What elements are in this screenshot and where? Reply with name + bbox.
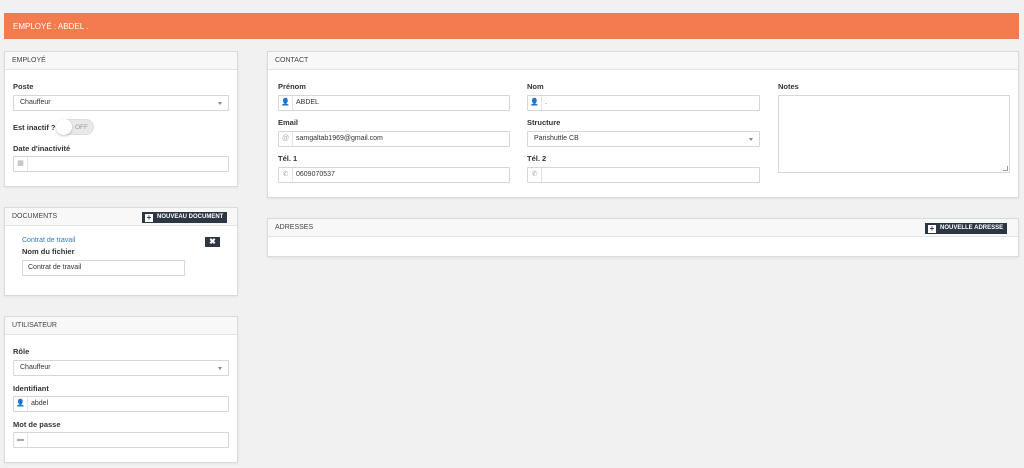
prenom-value: ABDEL — [296, 99, 319, 106]
role-value: Chauffeur — [20, 364, 51, 371]
user-icon: 👤 — [279, 96, 293, 110]
page-title: EMPLOYÉ : ABDEL . — [13, 22, 89, 31]
adresses-panel: ADRESSES + NOUVELLE ADRESSE — [267, 218, 1019, 257]
plus-icon: + — [928, 223, 936, 233]
lock-icon: ▬ — [14, 433, 28, 447]
contact-panel: CONTACT Prénom 👤 ABDEL Nom 👤 . Notes Ema… — [267, 51, 1019, 198]
tel2-label: Tél. 2 — [527, 154, 547, 163]
date-inactivite-field[interactable]: ▦ — [13, 156, 229, 172]
email-value: samgaltab1969@gmail.com — [296, 135, 383, 142]
chevron-down-icon — [218, 367, 222, 370]
filename-input[interactable]: Contrat de travail — [22, 260, 185, 276]
user-icon: 👤 — [528, 96, 542, 110]
resize-grip-icon[interactable] — [1003, 166, 1008, 171]
poste-select[interactable]: Chauffeur — [13, 95, 229, 111]
chevron-down-icon — [218, 102, 222, 105]
identifiant-field[interactable]: 👤 abdel — [13, 396, 229, 412]
document-link[interactable]: Contrat de travail — [22, 237, 75, 244]
poste-label: Poste — [13, 82, 34, 91]
role-select[interactable]: Chauffeur — [13, 360, 229, 376]
prenom-label: Prénom — [278, 82, 306, 91]
chevron-down-icon — [749, 138, 753, 141]
calendar-icon: ▦ — [14, 157, 28, 171]
tel1-label: Tél. 1 — [278, 154, 298, 163]
nom-field[interactable]: 👤 . — [527, 95, 760, 111]
identifiant-value: abdel — [31, 400, 49, 407]
adresses-panel-title: ADRESSES — [268, 219, 1018, 237]
email-label: Email — [278, 118, 299, 127]
toggle-knob — [56, 119, 72, 135]
password-label: Mot de passe — [13, 420, 61, 429]
contact-panel-title: CONTACT — [268, 52, 1018, 70]
toggle-state: OFF — [75, 123, 88, 131]
nom-value: . — [545, 99, 547, 106]
poste-value: Chauffeur — [20, 99, 51, 106]
utilisateur-panel: UTILISATEUR Rôle Chauffeur Identifiant 👤… — [4, 316, 238, 463]
delete-document-button[interactable]: ✖ — [205, 237, 220, 247]
new-address-label: NOUVELLE ADRESSE — [940, 225, 1004, 231]
tel2-field[interactable]: ✆ — [527, 167, 760, 183]
employe-panel-title: EMPLOYÉ — [5, 52, 237, 70]
filename-value: Contrat de travail — [28, 264, 82, 271]
inactif-label: Est inactif ? — [13, 123, 56, 132]
at-icon: @ — [279, 132, 293, 146]
filename-label: Nom du fichier — [22, 247, 75, 256]
identifiant-label: Identifiant — [13, 384, 49, 393]
role-label: Rôle — [13, 347, 30, 356]
utilisateur-panel-title: UTILISATEUR — [5, 317, 237, 335]
password-field[interactable]: ▬ — [13, 432, 229, 448]
prenom-field[interactable]: 👤 ABDEL — [278, 95, 510, 111]
page-header: EMPLOYÉ : ABDEL . — [4, 13, 1019, 39]
phone-icon: ✆ — [279, 168, 293, 182]
new-document-button[interactable]: + NOUVEAU DOCUMENT — [142, 212, 228, 223]
new-address-button[interactable]: + NOUVELLE ADRESSE — [925, 223, 1008, 234]
user-icon: 👤 — [14, 397, 28, 411]
new-document-label: NOUVEAU DOCUMENT — [157, 214, 224, 220]
documents-panel: DOCUMENTS + NOUVEAU DOCUMENT Contrat de … — [4, 207, 238, 296]
notes-textarea[interactable] — [778, 95, 1010, 173]
email-field[interactable]: @ samgaltab1969@gmail.com — [278, 131, 510, 147]
structure-value: Parishuttle CB — [534, 135, 579, 142]
phone-icon: ✆ — [528, 168, 542, 182]
structure-select[interactable]: Parishuttle CB — [527, 131, 760, 147]
employe-panel: EMPLOYÉ Poste Chauffeur Est inactif ? OF… — [4, 51, 238, 187]
tel1-field[interactable]: ✆ 0609070537 — [278, 167, 510, 183]
notes-label: Notes — [778, 82, 799, 91]
plus-icon: + — [145, 212, 153, 222]
structure-label: Structure — [527, 118, 561, 127]
nom-label: Nom — [527, 82, 544, 91]
tel1-value: 0609070537 — [296, 171, 335, 178]
date-inactivite-label: Date d'inactivité — [13, 144, 71, 153]
inactif-toggle[interactable]: OFF — [56, 119, 94, 135]
